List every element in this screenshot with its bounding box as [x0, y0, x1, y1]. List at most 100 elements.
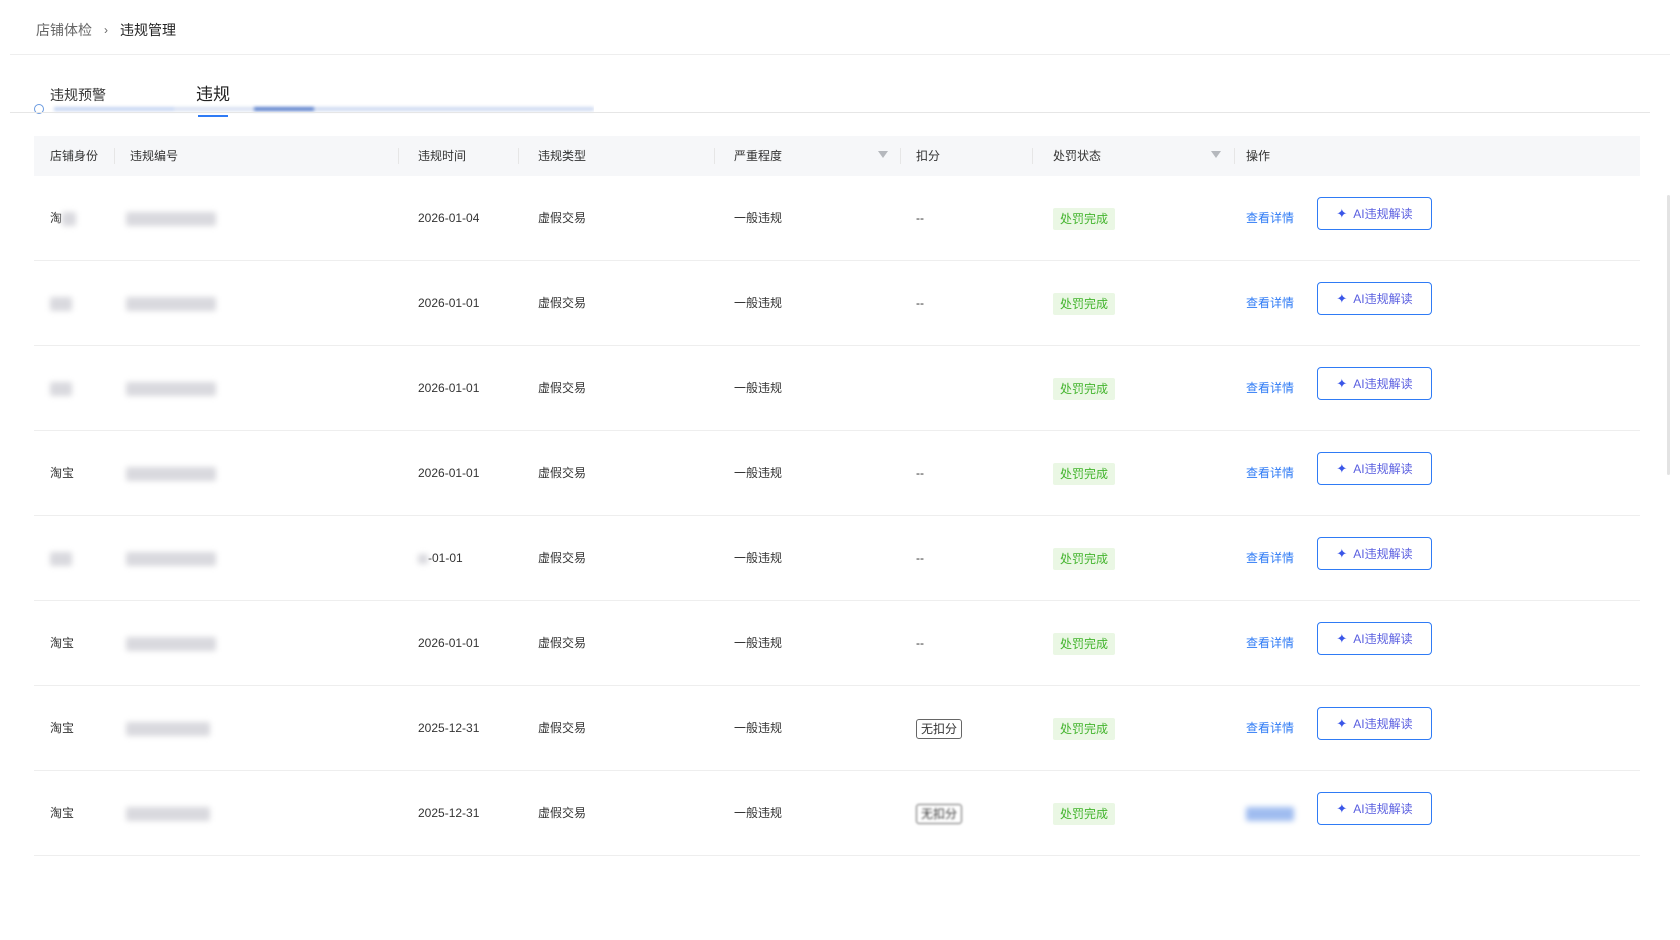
cell-code: [126, 346, 216, 430]
cell-type: 虚假交易: [538, 806, 587, 820]
cell-severity: 一般违规: [734, 721, 783, 735]
cell-time: 2026-01-01: [418, 466, 480, 480]
cell-code: [126, 601, 216, 685]
cell-detail: 查看详情: [1246, 261, 1294, 345]
cell-status: 处罚完成: [1053, 176, 1116, 260]
no-deduction-tag: 无扣分: [916, 803, 963, 824]
col-header-code: 违规编号: [130, 149, 179, 163]
view-detail-link[interactable]: 查看详情: [1246, 296, 1294, 310]
cell-deduction: --: [916, 466, 924, 480]
col-header-deduction: 扣分: [916, 149, 941, 163]
breadcrumb-current: 违规管理: [120, 22, 176, 38]
cell-detail: 查看详情: [1246, 176, 1294, 260]
column-divider: [900, 148, 901, 164]
cell-code: [126, 516, 216, 600]
col-header-time: 违规时间: [418, 149, 467, 163]
cell-status: 处罚完成: [1053, 601, 1116, 685]
cell-deduction: --: [916, 636, 924, 650]
tabs-divider: [10, 112, 1650, 113]
col-header-status: 处罚状态: [1053, 149, 1102, 163]
cell-type: 虚假交易: [538, 721, 587, 735]
cell-identity: 淘宝: [50, 721, 75, 735]
sparkle-icon: ✦: [1336, 461, 1348, 476]
column-divider: [1032, 148, 1033, 164]
sparkle-icon: ✦: [1336, 631, 1348, 646]
cell-deduction: --: [916, 211, 924, 225]
status-filter-icon[interactable]: [1211, 151, 1221, 158]
status-badge: 处罚完成: [1053, 802, 1116, 825]
view-detail-link[interactable]: [1246, 806, 1294, 821]
cell-severity: 一般违规: [734, 636, 783, 650]
vertical-scrollbar[interactable]: [1667, 195, 1670, 475]
ai-interpret-button[interactable]: ✦ AI违规解读: [1317, 622, 1432, 655]
column-divider: [714, 148, 715, 164]
view-detail-link[interactable]: 查看详情: [1246, 551, 1294, 565]
view-detail-link[interactable]: 查看详情: [1246, 721, 1294, 735]
cell-deduction: 无扣分: [916, 686, 963, 770]
cell-time: 2026-01-01: [418, 636, 480, 650]
sparkle-icon: ✦: [1336, 376, 1348, 391]
cell-detail: 查看详情: [1246, 516, 1294, 600]
table-row: 淘宝 2025-12-31 虚假交易 一般违规 无扣分 处罚完成 查看详情 ✦ A…: [34, 686, 1640, 771]
ai-interpret-button[interactable]: ✦ AI违规解读: [1317, 367, 1432, 400]
cell-status: 处罚完成: [1053, 516, 1116, 600]
cell-type: 虚假交易: [538, 296, 587, 310]
table-header: 店铺身份 违规编号 违规时间 违规类型 严重程度 扣分 处罚状态 操作: [34, 136, 1640, 176]
view-detail-link[interactable]: 查看详情: [1246, 466, 1294, 480]
view-detail-link[interactable]: 查看详情: [1246, 636, 1294, 650]
cell-code: [126, 261, 216, 345]
cell-time: 2026-01-01: [418, 381, 480, 395]
ai-interpret-button[interactable]: ✦ AI违规解读: [1317, 452, 1432, 485]
cell-deduction: 无扣分: [916, 771, 963, 855]
cell-severity: 一般违规: [734, 296, 783, 310]
cell-code: [126, 431, 216, 515]
status-badge: 处罚完成: [1053, 632, 1116, 655]
view-detail-link[interactable]: 查看详情: [1246, 211, 1294, 225]
ai-interpret-button[interactable]: ✦ AI违规解读: [1317, 792, 1432, 825]
violation-table: 店铺身份 违规编号 违规时间 违规类型 严重程度 扣分 处罚状态 操作 淘 20…: [34, 136, 1640, 856]
col-header-identity: 店铺身份: [50, 149, 99, 163]
status-badge: 处罚完成: [1053, 207, 1116, 230]
ai-interpret-button[interactable]: ✦ AI违规解读: [1317, 282, 1432, 315]
cell-type: 虚假交易: [538, 636, 587, 650]
cell-severity: 一般违规: [734, 551, 783, 565]
breadcrumb-parent[interactable]: 店铺体检: [36, 20, 92, 40]
table-row: 2026-01-01 虚假交易 一般违规 -- 处罚完成 查看详情 ✦ AI违规解…: [34, 261, 1640, 346]
status-badge: 处罚完成: [1053, 292, 1116, 315]
view-detail-link[interactable]: 查看详情: [1246, 381, 1294, 395]
col-header-type: 违规类型: [538, 149, 587, 163]
cell-identity: [50, 261, 72, 345]
cell-status: 处罚完成: [1053, 771, 1116, 855]
cell-status: 处罚完成: [1053, 346, 1116, 430]
cell-severity: 一般违规: [734, 211, 783, 225]
ai-interpret-button[interactable]: ✦ AI违规解读: [1317, 197, 1432, 230]
ai-interpret-button[interactable]: ✦ AI违规解读: [1317, 537, 1432, 570]
cell-type: 虚假交易: [538, 211, 587, 225]
ai-interpret-button[interactable]: ✦ AI违规解读: [1317, 707, 1432, 740]
cell-identity: 淘宝: [50, 466, 75, 480]
status-badge: 处罚完成: [1053, 717, 1116, 740]
table-row: -01-01 虚假交易 一般违规 -- 处罚完成 查看详情 ✦ AI违规解读: [34, 516, 1640, 601]
cell-detail: 查看详情: [1246, 346, 1294, 430]
cell-identity: 淘宝: [50, 806, 75, 820]
col-header-action: 操作: [1246, 149, 1271, 163]
header-divider: [10, 54, 1670, 55]
cell-deduction: --: [916, 296, 924, 310]
cell-detail: [1246, 771, 1294, 855]
cell-identity: 淘: [50, 176, 77, 260]
cell-severity: 一般违规: [734, 806, 783, 820]
sparkle-icon: ✦: [1336, 716, 1348, 731]
column-divider: [114, 148, 115, 164]
cell-identity: [50, 516, 72, 600]
cell-code: [126, 176, 216, 260]
no-deduction-tag: 无扣分: [916, 718, 963, 739]
severity-filter-icon[interactable]: [878, 151, 888, 158]
cell-time: -01-01: [418, 516, 463, 600]
table-row: 淘宝 2026-01-01 虚假交易 一般违规 -- 处罚完成 查看详情 ✦ AI…: [34, 601, 1640, 686]
cell-severity: 一般违规: [734, 466, 783, 480]
table-row: 淘 2026-01-04 虚假交易 一般违规 -- 处罚完成 查看详情 ✦ AI违…: [34, 176, 1640, 261]
status-badge: 处罚完成: [1053, 547, 1116, 570]
cell-type: 虚假交易: [538, 381, 587, 395]
cell-status: 处罚完成: [1053, 431, 1116, 515]
cell-identity: 淘宝: [50, 636, 75, 650]
